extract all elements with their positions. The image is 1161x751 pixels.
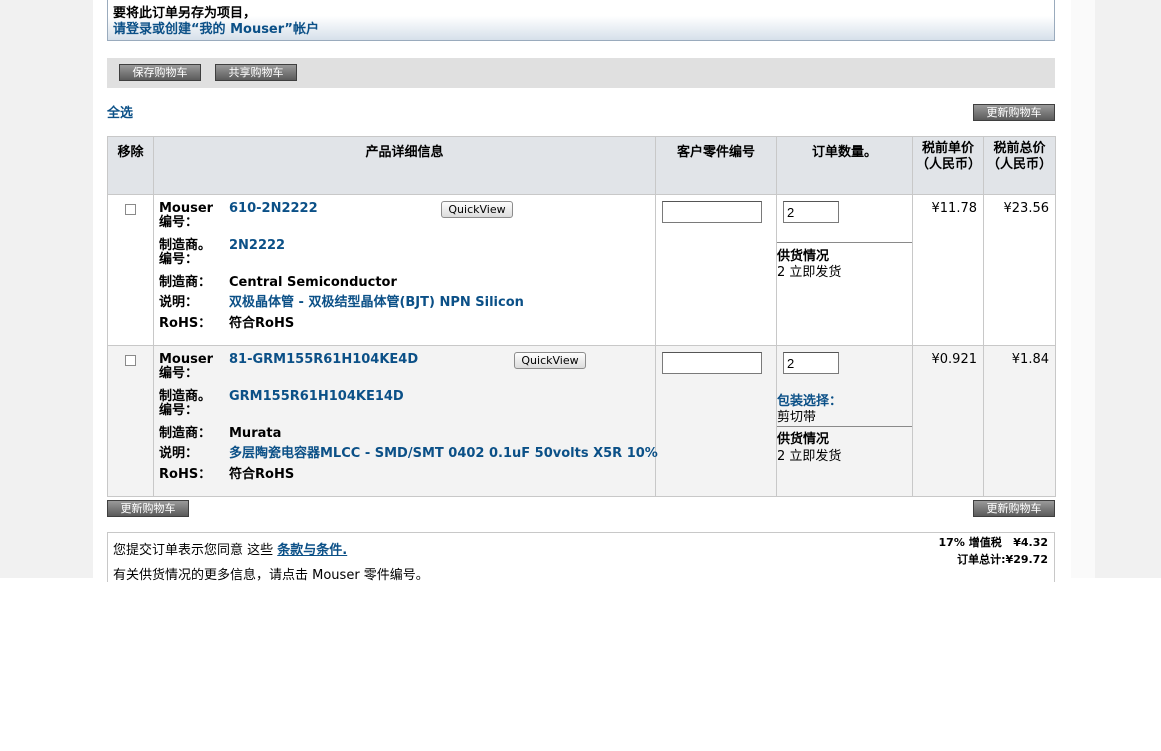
col-total-price: 税前总价（人民币）	[983, 136, 1056, 195]
vat-line: 17% 增值税 ¥4.32	[939, 534, 1048, 550]
product-details: Mouser 编号： 610-2N2222 QuickView 制造商。编号： …	[154, 195, 655, 337]
update-cart-button-top[interactable]: 更新购物车	[973, 104, 1055, 121]
table-header-row: 移除 产品详细信息 客户零件编号 订单数量。 税前单价（人民币） 税前总价（人民…	[107, 136, 1056, 195]
terms-notice: 您提交订单表示您同意 这些 条款与条件.	[113, 539, 347, 558]
table-row: Mouser 编号： 81-GRM155R61H104KE4D QuickVie…	[107, 345, 1056, 497]
availability-value: 2 立即发货	[777, 265, 842, 280]
quantity-input[interactable]	[783, 201, 839, 223]
desc-link[interactable]: 双极晶体管 - 双极结型晶体管(BJT) NPN Silicon	[229, 296, 524, 310]
mfr-no-label: 制造商。编号：	[159, 389, 212, 418]
update-cart-button-bottom-left[interactable]: 更新购物车	[107, 500, 189, 517]
col-order-qty: 订单数量。	[776, 136, 913, 195]
terms-link[interactable]: 条款与条件.	[277, 543, 347, 558]
availability-value: 2 立即发货	[777, 449, 842, 464]
vat-label: 17% 增值税	[938, 536, 1002, 549]
mfr-value: Central Semiconductor	[229, 275, 397, 290]
mfr-part-link[interactable]: 2N2222	[229, 239, 285, 253]
desc-label: 说明：	[159, 446, 199, 461]
rohs-value: 符合RoHS	[229, 316, 295, 331]
desc-label: 说明：	[159, 295, 199, 310]
quickview-button[interactable]: QuickView	[441, 201, 513, 218]
package-value: 剪切带	[777, 410, 817, 425]
mouser-no-label: Mouser 编号：	[159, 352, 214, 381]
total-price: ¥1.84	[983, 345, 1056, 497]
remove-checkbox[interactable]	[125, 355, 136, 366]
login-link[interactable]: 请登录或创建“我的 Mouser”帐户	[113, 18, 319, 37]
mouser-part-link[interactable]: 81-GRM155R61H104KE4D	[229, 353, 418, 367]
right-margin	[1071, 0, 1095, 578]
rohs-value: 符合RoHS	[229, 467, 295, 482]
share-cart-button[interactable]: 共享购物车	[215, 64, 297, 81]
quantity-input[interactable]	[783, 352, 839, 374]
order-qty-cell: 供货情况 2 立即发货	[777, 195, 912, 337]
col-customer-part: 客户零件编号	[655, 136, 777, 195]
order-total-label: 订单总计:	[957, 553, 1006, 566]
mfr-label: 制造商：	[159, 426, 212, 441]
order-total-value: ¥29.72	[1005, 553, 1048, 566]
product-details: Mouser 编号： 81-GRM155R61H104KE4D QuickVie…	[154, 346, 658, 488]
order-summary: 您提交订单表示您同意 这些 条款与条件. 有关供货情况的更多信息，请点击 Mou…	[107, 532, 1055, 583]
table-row: Mouser 编号： 610-2N2222 QuickView 制造商。编号： …	[107, 194, 1056, 346]
cart-toolbar: 保存购物车 共享购物车	[107, 58, 1055, 88]
customer-part-input[interactable]	[662, 352, 762, 374]
terms-text: 您提交订单表示您同意 这些	[113, 543, 278, 558]
order-qty-cell: 包装选择： 剪切带 供货情况 2 立即发货	[777, 346, 912, 488]
remove-checkbox[interactable]	[125, 204, 136, 215]
login-notice: 要将此订单另存为项目， 请登录或创建“我的 Mouser”帐户	[107, 0, 1055, 41]
vat-value: ¥4.32	[1013, 536, 1048, 549]
col-details: 产品详细信息	[153, 136, 656, 195]
order-total-line: 订单总计:¥29.72	[957, 551, 1048, 567]
mfr-part-link[interactable]: GRM155R61H104KE14D	[229, 390, 404, 404]
mouser-part-link[interactable]: 610-2N2222	[229, 202, 318, 216]
total-price: ¥23.56	[983, 194, 1056, 346]
update-cart-button-bottom-right[interactable]: 更新购物车	[973, 500, 1055, 517]
col-remove: 移除	[107, 136, 154, 195]
quickview-button[interactable]: QuickView	[514, 352, 586, 369]
col-unit-price: 税前单价（人民币）	[912, 136, 984, 195]
select-all-link[interactable]: 全选	[107, 102, 133, 121]
divider	[777, 426, 912, 427]
mouser-no-label: Mouser 编号：	[159, 201, 214, 230]
mfr-label: 制造商：	[159, 275, 212, 290]
rohs-label: RoHS：	[159, 316, 212, 331]
divider	[777, 242, 912, 243]
mfr-value: Murata	[229, 426, 282, 441]
rohs-label: RoHS：	[159, 467, 212, 482]
availability-hint: 有关供货情况的更多信息，请点击 Mouser 零件编号。	[113, 568, 429, 583]
save-cart-button[interactable]: 保存购物车	[119, 64, 201, 81]
unit-price: ¥0.921	[912, 345, 984, 497]
unit-price: ¥11.78	[912, 194, 984, 346]
mfr-no-label: 制造商。编号：	[159, 238, 212, 267]
cart-table: 移除 产品详细信息 客户零件编号 订单数量。 税前单价（人民币） 税前总价（人民…	[107, 136, 1056, 497]
desc-link[interactable]: 多层陶瓷电容器MLCC - SMD/SMT 0402 0.1uF 50volts…	[229, 447, 658, 461]
customer-part-input[interactable]	[662, 201, 762, 223]
